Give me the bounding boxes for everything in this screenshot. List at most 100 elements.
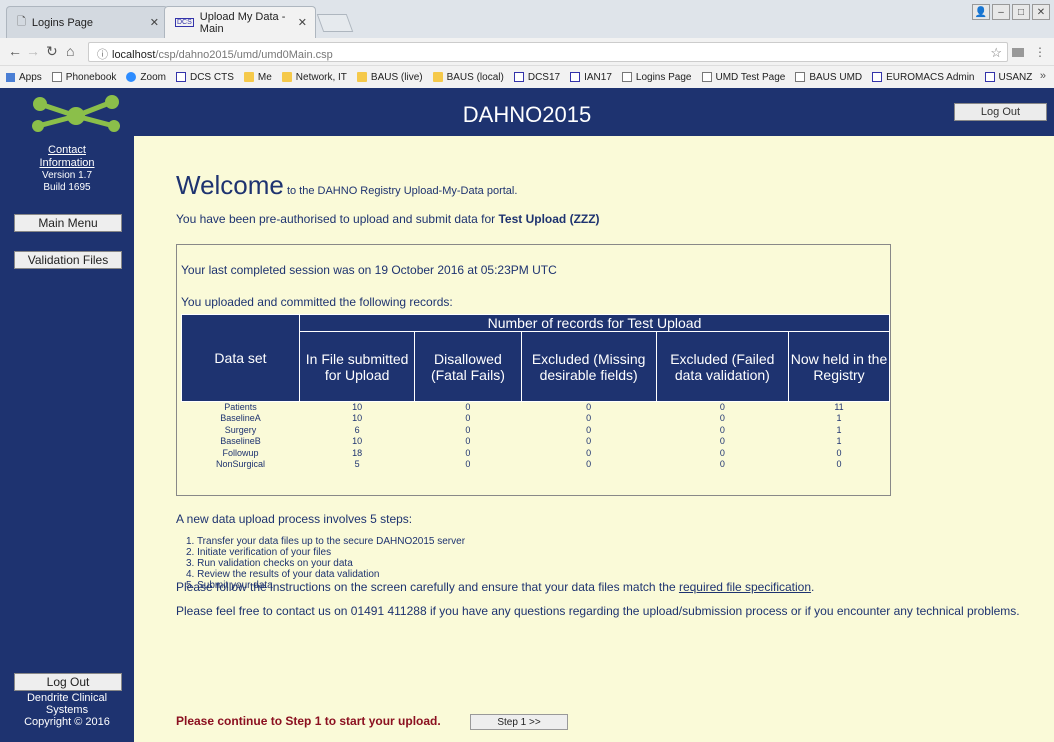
dataset-name: Surgery [224,424,257,435]
bookmark-item[interactable]: Phonebook [51,72,116,83]
apps-icon [6,72,15,82]
logout-button-top[interactable]: Log Out [954,103,1047,121]
table-cell: 0 [465,436,471,447]
contact-link-line1[interactable]: Contact [0,144,134,157]
steps-intro: A new data upload process involves 5 ste… [176,512,413,526]
main-menu-button[interactable]: Main Menu [14,214,122,232]
table-row: BaselineA 10 0 0 0 1 [182,413,890,425]
table-cell: 0 [719,424,725,435]
folder-icon [432,72,443,82]
bookmark-item[interactable]: BAUS (live) [356,72,423,83]
close-window-button[interactable]: ✕ [1032,4,1050,20]
table-cell: 0 [719,447,725,458]
step1-button[interactable]: Step 1 >> [470,714,568,730]
column-header: Excluded (Failed data validation) [655,331,789,402]
user-icon[interactable]: 👤 [972,4,990,20]
back-icon[interactable]: ← [8,43,22,59]
bookmark-item[interactable]: Apps [6,72,42,83]
bookmark-star-icon[interactable]: ☆ [990,45,1002,61]
contact-text: Please feel free to contact us on 01491 … [176,604,1020,618]
table-cell: 0 [465,424,471,435]
page-icon [51,72,62,82]
preauth-text: You have been pre-authorised to upload a… [176,212,600,226]
welcome-big: Welcome [176,170,284,200]
table-cell: 0 [719,402,725,412]
dataset-name: NonSurgical [215,459,266,470]
table-cell: 0 [465,459,471,470]
bookmark-item[interactable]: Zoom [126,72,166,83]
bookmark-item[interactable]: DCS17 [513,72,560,83]
bookmark-item[interactable]: USANZ [984,71,1033,83]
table-cell: 0 [586,424,592,435]
folder-icon [281,72,292,82]
logout-button-side[interactable]: Log Out [14,673,122,691]
bookmark-item[interactable]: Me [243,72,272,83]
bookmark-item[interactable]: Network, IT [281,71,347,83]
extension-icon[interactable] [1012,48,1024,57]
column-header: Disallowed (Fatal Fails) [414,331,522,402]
dataset-name: BaselineB [220,436,261,447]
page-icon [795,72,806,82]
bookmark-item[interactable]: BAUS (local) [432,72,504,83]
bookmarks-more[interactable]: » [1040,70,1046,82]
group-header: Number of records for Test Upload [299,314,890,332]
step-item: 2. Initiate verification of your files [186,547,332,558]
dcs-icon [513,72,524,82]
tab-logins-page[interactable]: 🗋 Logins Page ✕ [6,6,168,38]
bookmark-label: USANZ [998,71,1033,83]
folder-icon [356,72,367,82]
bookmark-item[interactable]: EUROMACS Admin [872,71,975,83]
contact-information-link[interactable]: Contact Information [0,144,134,170]
url-input[interactable]: ⓘ localhost/csp/dahno2015/umd/umd0Main.cs… [88,42,1008,62]
bookmark-item[interactable]: BAUS UMD [795,72,862,83]
reload-icon[interactable]: ↻ [46,43,58,60]
table-cell: 11 [834,402,844,412]
bookmark-label: Network, IT [295,71,347,83]
folder-icon [243,72,254,82]
close-icon[interactable]: ✕ [150,16,159,29]
table-cell: 0 [465,447,471,458]
info-icon[interactable]: ⓘ [97,49,108,61]
step-item: 4. Review the results of your data valid… [186,569,380,580]
table-cell: 0 [836,459,842,470]
preauth-org: Test Upload (ZZZ) [498,212,600,226]
bookmark-item[interactable]: UMD Test Page [701,72,785,83]
records-table-body: Patients 10 0 0 0 11 BaselineA 10 0 0 0 1 Surgery 6 0 0… [182,402,890,471]
tab-upload-my-data[interactable]: DCS Upload My Data - Main ✕ [164,6,316,38]
maximize-button[interactable]: □ [1012,4,1030,20]
close-icon[interactable]: ✕ [298,16,307,29]
contact-link-line2[interactable]: Information [0,157,134,170]
table-cell: 0 [465,413,471,424]
table-cell: 1 [836,413,842,424]
minimize-button[interactable]: – [992,4,1010,20]
home-icon[interactable]: ⌂ [66,43,74,59]
dataset-name: BaselineA [220,413,261,424]
bookmark-label: EUROMACS Admin [886,71,975,83]
bookmark-item[interactable]: DCS CTS [175,72,234,83]
browser-chrome: 🗋 Logins Page ✕ DCS Upload My Data - Mai… [0,0,1054,88]
table-row: Surgery 6 0 0 0 1 [182,425,890,437]
bookmarks-bar: Apps Phonebook Zoom DCS CTS Me Network, IT BAU… [0,66,1054,88]
new-tab-button[interactable] [316,14,354,32]
bookmark-item[interactable]: IAN17 [570,72,612,83]
column-header: In File submitted for Upload [298,331,416,402]
dcs-icon [984,72,995,82]
bookmark-item[interactable]: Logins Page [621,72,692,83]
table-cell: 10 [352,413,363,424]
bookmark-label: Apps [19,71,42,83]
welcome-rest: to the DAHNO Registry Upload-My-Data por… [283,185,518,197]
sidebar-footer: Dendrite Clinical Systems Copyright © 20… [0,692,134,728]
forward-icon[interactable]: → [26,43,40,59]
version-info: Version 1.7 Build 1695 [0,170,134,194]
tab-label: Upload My Data - Main [199,10,286,35]
window-controls: 👤 – □ ✕ [972,4,1050,20]
validation-files-button[interactable]: Validation Files [14,251,122,269]
table-cell: 5 [354,459,360,470]
required-file-spec-link[interactable]: required file specification [679,580,811,594]
dcs-icon [570,72,581,82]
last-session-text: Your last completed session was on 19 Oc… [181,263,557,277]
column-header: Excluded (Missing desirable fields) [520,331,657,402]
session-summary-box: Your last completed session was on 19 Oc… [176,244,891,496]
dataset-name: Followup [222,447,259,458]
menu-icon[interactable]: ⋮ [1034,45,1046,59]
